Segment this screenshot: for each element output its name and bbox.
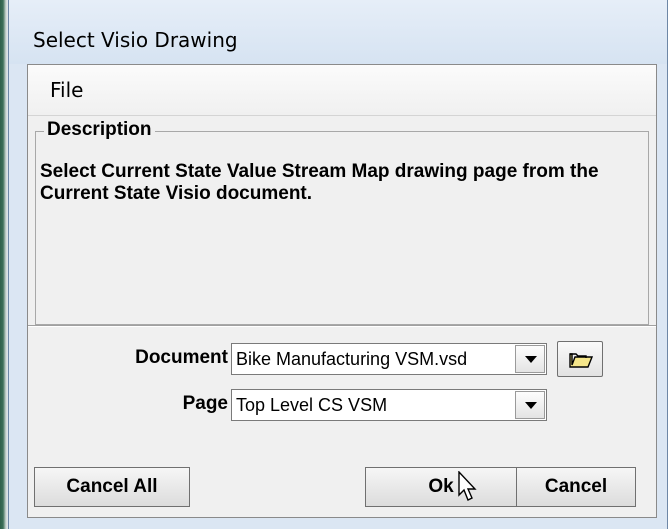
document-dropdown[interactable]: Bike Manufacturing VSM.vsd bbox=[231, 343, 547, 375]
chevron-down-icon[interactable] bbox=[515, 345, 545, 373]
mouse-pointer-icon bbox=[458, 471, 477, 501]
menu-bar: File bbox=[28, 65, 656, 116]
dialog-client-area: File Description Select Current State Va… bbox=[27, 64, 657, 518]
cancel-button[interactable]: Cancel bbox=[516, 467, 636, 507]
document-label: Document bbox=[135, 347, 228, 368]
cancel-all-button[interactable]: Cancel All bbox=[34, 467, 190, 507]
dialog-window: Select Visio Drawing File Description Se… bbox=[8, 0, 668, 529]
browse-button[interactable] bbox=[557, 341, 603, 377]
description-text: Select Current State Value Stream Map dr… bbox=[40, 161, 599, 204]
description-legend: Description bbox=[44, 119, 155, 141]
section-divider bbox=[28, 325, 656, 327]
menu-file[interactable]: File bbox=[50, 78, 83, 102]
ok-button[interactable]: Ok bbox=[365, 467, 517, 507]
chevron-down-icon[interactable] bbox=[515, 391, 545, 419]
title-bar[interactable]: Select Visio Drawing bbox=[9, 0, 667, 64]
page-label: Page bbox=[182, 393, 228, 414]
page-dropdown-value: Top Level CS VSM bbox=[236, 395, 388, 415]
page-dropdown[interactable]: Top Level CS VSM bbox=[231, 389, 547, 421]
background-window-edge bbox=[0, 0, 8, 529]
window-title: Select Visio Drawing bbox=[33, 28, 238, 52]
document-dropdown-value: Bike Manufacturing VSM.vsd bbox=[236, 349, 468, 369]
folder-open-icon bbox=[569, 353, 593, 368]
